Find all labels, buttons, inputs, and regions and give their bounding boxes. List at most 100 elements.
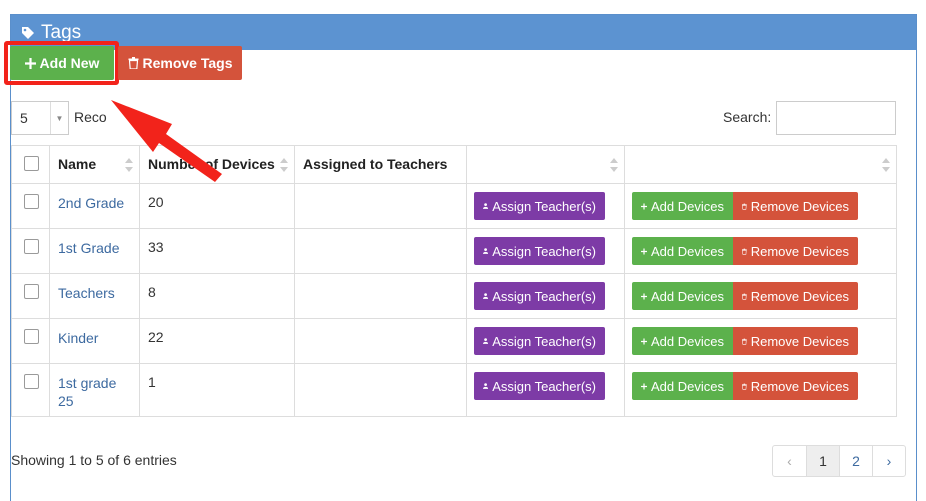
add-devices-button[interactable]: Add Devices bbox=[632, 192, 733, 220]
row-select-cell bbox=[11, 363, 50, 417]
teachers-cell bbox=[294, 318, 467, 364]
tag-name-link[interactable]: Teachers bbox=[58, 285, 115, 301]
add-new-button[interactable]: Add New bbox=[10, 46, 114, 80]
select-all-cell bbox=[11, 145, 50, 184]
row-checkbox[interactable] bbox=[24, 239, 39, 254]
trash-icon bbox=[742, 203, 747, 210]
trash-icon bbox=[742, 338, 747, 345]
remove-devices-label: Remove Devices bbox=[750, 378, 849, 394]
tag-name-link[interactable]: 1st grade 25 bbox=[58, 375, 116, 409]
column-header-assign[interactable] bbox=[466, 145, 625, 184]
table-header-row: Name Number of Devices Assigned to Teach… bbox=[11, 145, 897, 184]
row-checkbox[interactable] bbox=[24, 284, 39, 299]
devices-cell: 1 bbox=[139, 363, 295, 417]
assign-teachers-button[interactable]: Assign Teacher(s) bbox=[474, 372, 605, 400]
actions-cell: Add Devices Remove Devices bbox=[624, 183, 897, 229]
page-length-label: Reco bbox=[74, 109, 107, 125]
trash-icon bbox=[742, 293, 747, 300]
page-length-value: 5 bbox=[20, 110, 28, 126]
column-header-actions[interactable] bbox=[624, 145, 897, 184]
add-devices-button[interactable]: Add Devices bbox=[632, 372, 733, 400]
row-checkbox[interactable] bbox=[24, 374, 39, 389]
select-all-checkbox[interactable] bbox=[24, 156, 39, 171]
trash-icon bbox=[128, 57, 138, 69]
column-header-teachers[interactable]: Assigned to Teachers bbox=[294, 145, 467, 184]
search-input[interactable] bbox=[776, 101, 896, 135]
user-icon bbox=[483, 248, 489, 254]
assign-teachers-label: Assign Teacher(s) bbox=[492, 378, 596, 394]
row-checkbox[interactable] bbox=[24, 329, 39, 344]
panel-title: Tags bbox=[41, 21, 82, 43]
user-icon bbox=[483, 338, 489, 344]
table-info: Showing 1 to 5 of 6 entries bbox=[11, 452, 177, 468]
teachers-cell bbox=[294, 363, 467, 417]
pagination: ‹ 1 2 › bbox=[772, 445, 906, 477]
assign-cell: Assign Teacher(s) bbox=[466, 363, 625, 417]
tag-name-link[interactable]: 1st Grade bbox=[58, 240, 119, 256]
add-devices-button[interactable]: Add Devices bbox=[632, 282, 733, 310]
prev-page-button[interactable]: ‹ bbox=[773, 446, 806, 476]
assign-cell: Assign Teacher(s) bbox=[466, 273, 625, 319]
search-label: Search: bbox=[723, 109, 772, 125]
column-header-devices[interactable]: Number of Devices bbox=[139, 145, 295, 184]
remove-devices-button[interactable]: Remove Devices bbox=[733, 237, 858, 265]
plus-icon bbox=[641, 202, 648, 210]
plus-icon bbox=[24, 57, 36, 69]
add-devices-button[interactable]: Add Devices bbox=[632, 237, 733, 265]
add-devices-button[interactable]: Add Devices bbox=[632, 327, 733, 355]
name-cell: 2nd Grade bbox=[49, 183, 140, 229]
tags-table: Name Number of Devices Assigned to Teach… bbox=[11, 145, 897, 417]
row-checkbox[interactable] bbox=[24, 194, 39, 209]
sort-icon bbox=[125, 158, 133, 172]
assign-teachers-label: Assign Teacher(s) bbox=[492, 333, 596, 349]
remove-devices-button[interactable]: Remove Devices bbox=[733, 192, 858, 220]
column-label: Assigned to Teachers bbox=[303, 156, 448, 172]
caret-down-icon: ▼ bbox=[50, 102, 68, 134]
actions-cell: Add Devices Remove Devices bbox=[624, 318, 897, 364]
name-cell: Teachers bbox=[49, 273, 140, 319]
remove-devices-button[interactable]: Remove Devices bbox=[733, 372, 858, 400]
assign-cell: Assign Teacher(s) bbox=[466, 183, 625, 229]
remove-devices-button[interactable]: Remove Devices bbox=[733, 282, 858, 310]
teachers-cell bbox=[294, 228, 467, 274]
page-1-button[interactable]: 1 bbox=[806, 446, 839, 476]
device-count: 20 bbox=[148, 194, 164, 210]
page-length-select[interactable]: 5 ▼ bbox=[11, 101, 69, 135]
remove-devices-button[interactable]: Remove Devices bbox=[733, 327, 858, 355]
remove-devices-label: Remove Devices bbox=[750, 198, 849, 214]
add-new-label: Add New bbox=[39, 55, 100, 71]
devices-cell: 22 bbox=[139, 318, 295, 364]
name-cell: 1st Grade bbox=[49, 228, 140, 274]
assign-teachers-button[interactable]: Assign Teacher(s) bbox=[474, 192, 605, 220]
plus-icon bbox=[641, 337, 648, 345]
add-devices-label: Add Devices bbox=[651, 243, 724, 259]
user-icon bbox=[483, 203, 489, 209]
remove-tags-button[interactable]: Remove Tags bbox=[118, 46, 242, 80]
tag-name-link[interactable]: 2nd Grade bbox=[58, 195, 124, 211]
table-row: 1st Grade 33 Assign Teacher(s) Add Devices R… bbox=[11, 228, 897, 274]
remove-devices-label: Remove Devices bbox=[750, 288, 849, 304]
column-header-name[interactable]: Name bbox=[49, 145, 140, 184]
remove-devices-label: Remove Devices bbox=[750, 243, 849, 259]
actions-cell: Add Devices Remove Devices bbox=[624, 273, 897, 319]
table-row: Teachers 8 Assign Teacher(s) Add Devices Rem… bbox=[11, 273, 897, 319]
teachers-cell bbox=[294, 183, 467, 229]
remove-tags-label: Remove Tags bbox=[142, 55, 233, 71]
actions-cell: Add Devices Remove Devices bbox=[624, 363, 897, 417]
row-select-cell bbox=[11, 183, 50, 229]
next-page-button[interactable]: › bbox=[872, 446, 905, 476]
sort-icon bbox=[610, 158, 618, 172]
user-icon bbox=[483, 383, 489, 389]
name-cell: 1st grade 25 bbox=[49, 363, 140, 417]
assign-teachers-button[interactable]: Assign Teacher(s) bbox=[474, 282, 605, 310]
device-count: 1 bbox=[148, 374, 156, 390]
assign-teachers-label: Assign Teacher(s) bbox=[492, 288, 596, 304]
page-2-button[interactable]: 2 bbox=[839, 446, 872, 476]
assign-teachers-button[interactable]: Assign Teacher(s) bbox=[474, 237, 605, 265]
tag-name-link[interactable]: Kinder bbox=[58, 330, 98, 346]
assign-teachers-button[interactable]: Assign Teacher(s) bbox=[474, 327, 605, 355]
actions-cell: Add Devices Remove Devices bbox=[624, 228, 897, 274]
add-devices-label: Add Devices bbox=[651, 333, 724, 349]
remove-devices-label: Remove Devices bbox=[750, 333, 849, 349]
user-icon bbox=[483, 293, 489, 299]
